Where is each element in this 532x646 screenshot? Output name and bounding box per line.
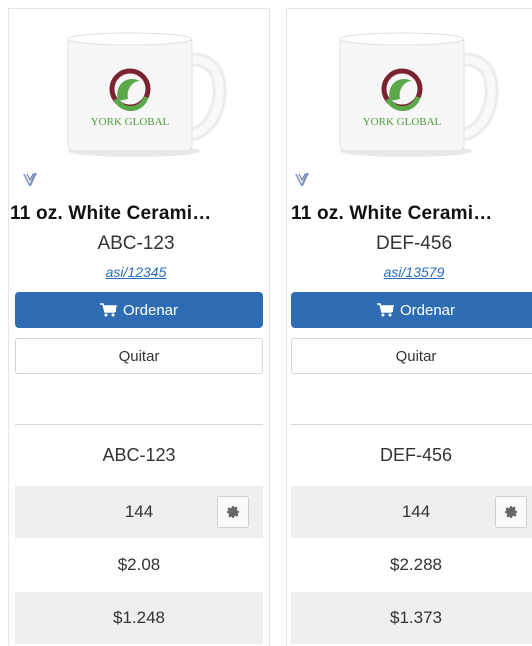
order-button[interactable]: Ordenar — [15, 292, 263, 328]
remove-button[interactable]: Quitar — [15, 338, 263, 374]
order-button-label: Ordenar — [122, 301, 179, 319]
quantity-value: 144 — [124, 502, 154, 521]
order-button-label: Ordenar — [399, 301, 456, 319]
quantity-settings-button[interactable] — [495, 496, 527, 528]
quantity-row: 144 — [15, 486, 263, 538]
order-button[interactable]: Ordenar — [291, 292, 532, 328]
product-column: YORK GLOBAL 11 oz. White Cerami… DEF-456… — [286, 8, 532, 646]
mug-logo-text: YORK GLOBAL — [363, 116, 442, 128]
price-2: $1.373 — [291, 592, 532, 644]
cart-icon — [376, 303, 394, 317]
price-1: $2.288 — [390, 555, 442, 574]
price-2: $1.248 — [15, 592, 263, 644]
quantity-row: 144 — [291, 486, 532, 538]
product-name[interactable]: 11 oz. White Cerami… — [10, 203, 262, 225]
product-image-mug[interactable]: YORK GLOBAL — [328, 23, 500, 161]
product-column: YORK GLOBAL 11 oz. White Cerami… ABC-123… — [8, 8, 270, 646]
gear-icon — [505, 506, 517, 518]
product-name[interactable]: 11 oz. White Cerami… — [291, 203, 532, 225]
remove-button[interactable]: Quitar — [291, 338, 532, 374]
product-sku: ABC-123 — [97, 233, 175, 254]
divider — [15, 424, 263, 425]
mug-logo-text: YORK GLOBAL — [91, 116, 170, 128]
asi-link[interactable]: asi/13579 — [287, 264, 532, 280]
brand-badge-icon — [23, 173, 37, 186]
compare-sku: ABC-123 — [102, 444, 176, 465]
quantity-settings-button[interactable] — [217, 496, 249, 528]
brand-badge-icon — [295, 173, 309, 186]
divider — [291, 424, 532, 425]
gear-icon — [227, 506, 239, 518]
product-image-mug[interactable]: YORK GLOBAL — [56, 23, 228, 161]
price-1: $2.08 — [117, 555, 161, 574]
product-sku: DEF-456 — [375, 233, 453, 254]
cart-icon — [99, 303, 117, 317]
asi-link[interactable]: asi/12345 — [9, 264, 263, 280]
quantity-value: 144 — [401, 502, 431, 521]
compare-sku: DEF-456 — [379, 444, 453, 465]
